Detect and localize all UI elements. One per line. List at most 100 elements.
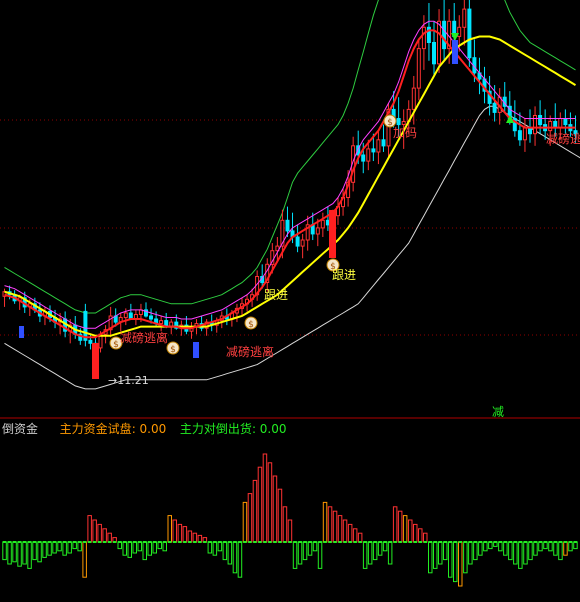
- sub-bar: [92, 519, 97, 543]
- sub-bar: [342, 519, 348, 543]
- sub-bar: [62, 541, 67, 556]
- sub-bar: [423, 532, 428, 543]
- annotation-label: 减磅逃离: [226, 344, 274, 359]
- sub-bar: [478, 541, 483, 556]
- stock-chart: $$$$$加码跟进跟进减减磅逃离减磅逃离减磅逃离→11.21: [0, 0, 580, 587]
- sub-bar: [448, 541, 453, 578]
- candle-body: [558, 118, 563, 129]
- sub-bar: [52, 541, 57, 554]
- sub-bar: [102, 528, 107, 543]
- sub-bar: [67, 541, 72, 554]
- sub-bar: [473, 541, 478, 561]
- sub-bar: [27, 541, 32, 569]
- sub-bar: [413, 523, 418, 543]
- trial-value: 0.00: [139, 422, 167, 436]
- moving-averages: [4, 20, 577, 339]
- candle-body: [416, 48, 421, 89]
- sub-bar: [287, 519, 293, 543]
- sub-bar: [392, 506, 398, 543]
- annotation-label: 跟进: [264, 288, 288, 302]
- candle-body: [462, 8, 467, 28]
- sub-bar: [523, 541, 528, 565]
- sub-bar: [177, 523, 183, 543]
- bollinger-bands: [4, 0, 580, 390]
- candle-body: [548, 121, 553, 132]
- sub-bar: [42, 541, 47, 558]
- dump-value: 0.00: [259, 422, 287, 436]
- trade-markers: $$$$$加码跟进跟进减减磅逃离减磅逃离减磅逃离→11.21: [19, 33, 580, 419]
- sub-bar: [262, 453, 268, 543]
- candle-body: [88, 339, 93, 344]
- sub-bar: [217, 541, 223, 552]
- sub-bar: [322, 501, 328, 543]
- candle-body: [401, 121, 406, 125]
- sub-bar: [347, 523, 353, 543]
- sub-bar: [132, 541, 137, 554]
- sub-bar: [277, 488, 283, 543]
- sub-bar: [187, 530, 193, 543]
- candle-body: [517, 130, 522, 141]
- sub-panel-header: 倒资金 主力资金试盘: 0.00 主力对倒出货: 0.00: [2, 422, 287, 436]
- sub-bar: [563, 541, 568, 556]
- sub-bar: [12, 541, 17, 563]
- sub-bar: [453, 541, 458, 583]
- candle-body: [371, 148, 376, 153]
- sub-bar: [538, 541, 543, 552]
- sub-bar: [408, 519, 413, 543]
- sub-bar: [367, 541, 373, 565]
- sub-bar: [513, 541, 518, 565]
- sub-bar: [22, 541, 27, 565]
- sub-bar: [252, 479, 258, 543]
- sub-bar: [162, 541, 167, 552]
- sub-bar: [232, 541, 238, 574]
- sub-bar: [282, 506, 288, 543]
- sub-bar: [553, 541, 558, 556]
- low-price-label: →11.21: [108, 374, 149, 387]
- sub-bar: [443, 541, 448, 561]
- trial-label: 主力资金试盘: [59, 422, 132, 436]
- sub-bar: [82, 541, 87, 578]
- sub-bar: [172, 519, 177, 543]
- sub-bar: [107, 532, 112, 543]
- candle-body: [437, 20, 441, 65]
- candle-body: [366, 148, 371, 162]
- sub-bar: [428, 541, 433, 574]
- sub-bar: [397, 510, 403, 543]
- candle-body: [149, 315, 153, 320]
- candle-body: [325, 219, 330, 226]
- sub-bar: [167, 515, 172, 543]
- sub-bar: [518, 541, 523, 569]
- sub-bar: [352, 528, 358, 543]
- sub-bar: [463, 541, 468, 574]
- sub-bar: [332, 510, 338, 543]
- sub-bar: [137, 541, 142, 552]
- candle-body: [396, 118, 401, 126]
- sub-bar: [468, 541, 473, 565]
- sub-bar: [242, 501, 248, 543]
- sub-bar: [402, 515, 408, 543]
- signal-block: [92, 343, 99, 379]
- candle-body: [432, 42, 436, 65]
- sub-bar: [2, 541, 7, 561]
- sub-bar: [558, 541, 563, 561]
- sub-bar: [528, 541, 533, 561]
- sub-bar: [77, 541, 82, 552]
- sub-bar: [32, 541, 37, 561]
- candle-body: [563, 118, 568, 126]
- sub-bar: [227, 541, 233, 565]
- candle-body: [492, 102, 497, 113]
- signal-block: [329, 210, 336, 258]
- sub-bar: [192, 532, 198, 543]
- sub-bar: [292, 541, 298, 569]
- sub-bar: [483, 541, 488, 552]
- sub-bar: [127, 541, 132, 558]
- sub-bar: [47, 541, 52, 556]
- candle-body: [376, 139, 381, 153]
- sub-bar: [257, 466, 263, 543]
- sub-bar: [272, 475, 278, 543]
- sub-bar: [458, 541, 463, 587]
- candle-body: [467, 8, 472, 59]
- sub-bar: [7, 541, 12, 565]
- sub-panel-title: 倒资金: [2, 422, 39, 436]
- sub-bar: [508, 541, 513, 561]
